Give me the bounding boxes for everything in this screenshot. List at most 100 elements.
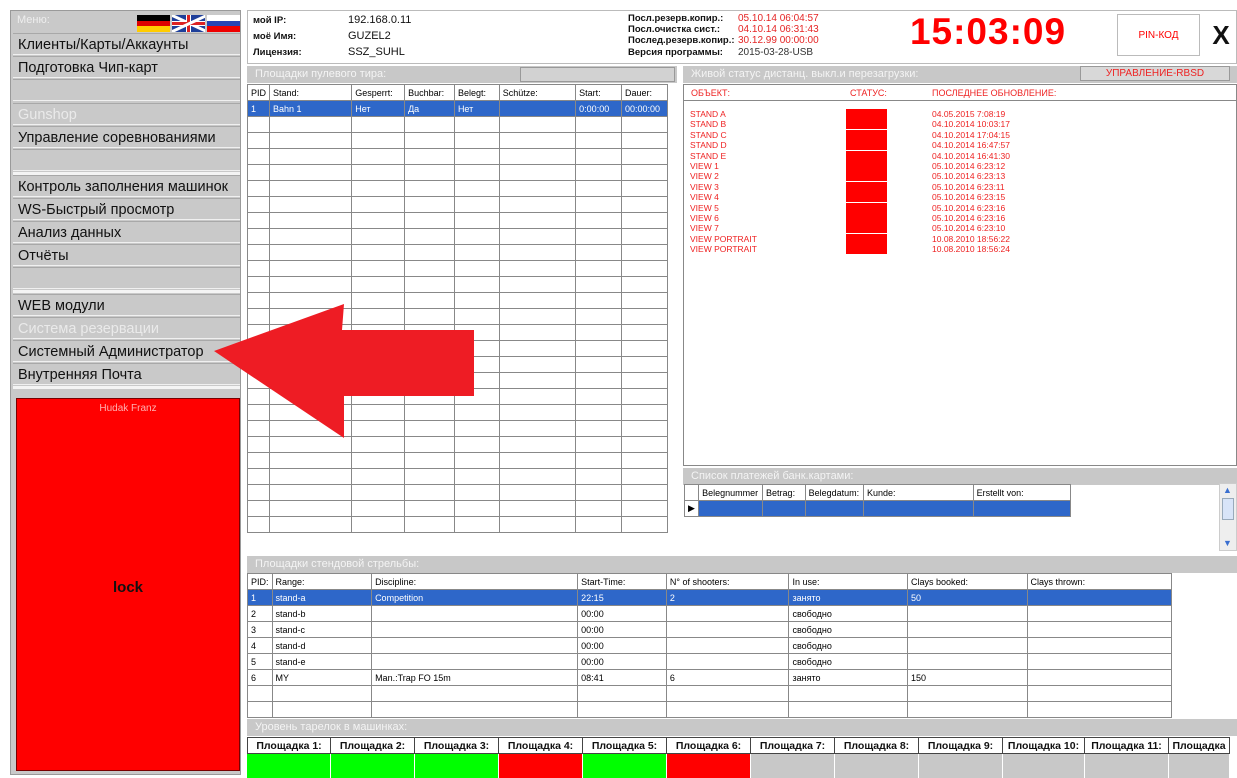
stands-cell[interactable]: свободно: [788, 637, 908, 654]
lanes-cell[interactable]: [269, 484, 353, 501]
lanes-cell[interactable]: [269, 148, 353, 165]
lanes-empty-row[interactable]: [246, 212, 668, 229]
stands-cell[interactable]: 00:00: [577, 621, 667, 638]
lanes-cell[interactable]: [621, 388, 668, 405]
lanes-cell[interactable]: [621, 308, 668, 325]
stands-cell[interactable]: занято: [788, 589, 908, 606]
lanes-col-buchbar[interactable]: Buchbar:: [404, 84, 455, 101]
menu-item-machine-control[interactable]: Контроль заполнения машинок: [13, 175, 240, 197]
lanes-cell[interactable]: [621, 324, 668, 341]
lanes-cell[interactable]: [404, 148, 455, 165]
lanes-cell[interactable]: [404, 180, 455, 197]
uk-flag-icon[interactable]: [172, 15, 205, 32]
stands-cell[interactable]: Man.:Trap FO 15m: [371, 669, 579, 686]
lanes-cell[interactable]: [246, 452, 271, 469]
lanes-cell[interactable]: Bahn 1: [269, 100, 353, 117]
lanes-cell[interactable]: [351, 468, 406, 485]
stands-cell[interactable]: 22:15: [577, 589, 667, 606]
stands-cell[interactable]: [371, 621, 579, 638]
stands-cell[interactable]: [906, 637, 1028, 654]
stands-cell[interactable]: 08:41: [577, 669, 667, 686]
lanes-cell[interactable]: [621, 196, 668, 213]
payments-cell[interactable]: [698, 500, 764, 517]
lanes-cell[interactable]: [575, 132, 623, 149]
lanes-cell[interactable]: [404, 276, 455, 293]
lanes-cell[interactable]: [246, 244, 271, 261]
lanes-cell[interactable]: [453, 468, 500, 485]
lanes-cell[interactable]: [498, 452, 577, 469]
payments-row-new[interactable]: ▶: [683, 500, 1072, 517]
lanes-cell[interactable]: [246, 468, 271, 485]
stands-empty-row[interactable]: [247, 701, 1173, 718]
stands-cell[interactable]: stand-b: [271, 605, 373, 622]
lanes-cell[interactable]: [621, 132, 668, 149]
stands-cell[interactable]: 6: [665, 669, 790, 686]
lanes-cell[interactable]: [269, 116, 353, 133]
lanes-cell[interactable]: [498, 420, 577, 437]
lanes-empty-row[interactable]: [246, 468, 668, 485]
lanes-cell[interactable]: [575, 500, 623, 517]
lanes-cell[interactable]: [575, 436, 623, 453]
lanes-cell[interactable]: [246, 132, 271, 149]
lanes-cell[interactable]: 1: [246, 100, 271, 117]
payments-cell[interactable]: [762, 500, 806, 517]
lanes-empty-row[interactable]: [246, 148, 668, 165]
lanes-cell[interactable]: [453, 500, 500, 517]
stands-cell[interactable]: [371, 701, 579, 718]
lanes-cell[interactable]: [621, 468, 668, 485]
payments-col-belegnummer[interactable]: Belegnummer: [698, 484, 764, 501]
lanes-cell[interactable]: [621, 500, 668, 517]
lanes-cell[interactable]: [351, 484, 406, 501]
lanes-cell[interactable]: [269, 276, 353, 293]
lanes-cell[interactable]: [575, 228, 623, 245]
stands-cell[interactable]: [906, 621, 1028, 638]
lanes-cell[interactable]: [351, 212, 406, 229]
stands-row[interactable]: 3 stand-c 00:00 свободно: [247, 621, 1173, 638]
stands-cell[interactable]: [1026, 605, 1173, 622]
stands-cell[interactable]: 00:00: [577, 653, 667, 670]
lanes-cell[interactable]: [269, 452, 353, 469]
lanes-cell[interactable]: [498, 356, 577, 373]
machine-slot-label[interactable]: Площадка 7:: [751, 737, 835, 754]
menu-item-sysadmin[interactable]: Системный Администратор: [13, 340, 240, 362]
payments-cell[interactable]: [972, 500, 1072, 517]
stands-cell[interactable]: [247, 685, 273, 702]
lanes-cell[interactable]: [575, 484, 623, 501]
lanes-col-belegt[interactable]: Belegt:: [453, 84, 500, 101]
stands-cell[interactable]: 00:00: [577, 637, 667, 654]
stands-col-in-use[interactable]: In use:: [788, 573, 908, 590]
lanes-cell[interactable]: [498, 148, 577, 165]
scroll-up-icon[interactable]: ▲: [1223, 485, 1232, 495]
lanes-cell[interactable]: Нет: [351, 100, 406, 117]
lanes-col-stand[interactable]: Stand:: [269, 84, 353, 101]
user-lock-panel[interactable]: Hudak Franz lock: [16, 398, 240, 771]
lanes-cell[interactable]: [453, 228, 500, 245]
stands-cell[interactable]: [906, 605, 1028, 622]
stands-cell[interactable]: занято: [788, 669, 908, 686]
lanes-cell[interactable]: [269, 260, 353, 277]
stands-row[interactable]: 2 stand-b 00:00 свободно: [247, 605, 1173, 622]
stands-cell[interactable]: stand-d: [271, 637, 373, 654]
lanes-cell[interactable]: [498, 228, 577, 245]
stands-row[interactable]: 5 stand-e 00:00 свободно: [247, 653, 1173, 670]
lanes-cell[interactable]: [246, 116, 271, 133]
lanes-cell[interactable]: [269, 468, 353, 485]
lanes-cell[interactable]: [404, 500, 455, 517]
lanes-cell[interactable]: [575, 372, 623, 389]
lanes-cell[interactable]: [269, 228, 353, 245]
lanes-cell[interactable]: Да: [404, 100, 455, 117]
lanes-cell[interactable]: [498, 132, 577, 149]
stands-cell[interactable]: [371, 637, 579, 654]
lanes-cell[interactable]: [621, 404, 668, 421]
lanes-cell[interactable]: [351, 244, 406, 261]
lanes-cell[interactable]: [575, 356, 623, 373]
lanes-cell[interactable]: [498, 468, 577, 485]
lanes-cell[interactable]: [621, 372, 668, 389]
lanes-col-gesperrt[interactable]: Gesperrt:: [351, 84, 406, 101]
machine-slot-label[interactable]: Площадка 2:: [331, 737, 415, 754]
lanes-cell[interactable]: [498, 484, 577, 501]
lanes-cell[interactable]: [621, 356, 668, 373]
lanes-cell[interactable]: [404, 196, 455, 213]
stands-cell[interactable]: [577, 701, 667, 718]
stands-cell[interactable]: [371, 605, 579, 622]
